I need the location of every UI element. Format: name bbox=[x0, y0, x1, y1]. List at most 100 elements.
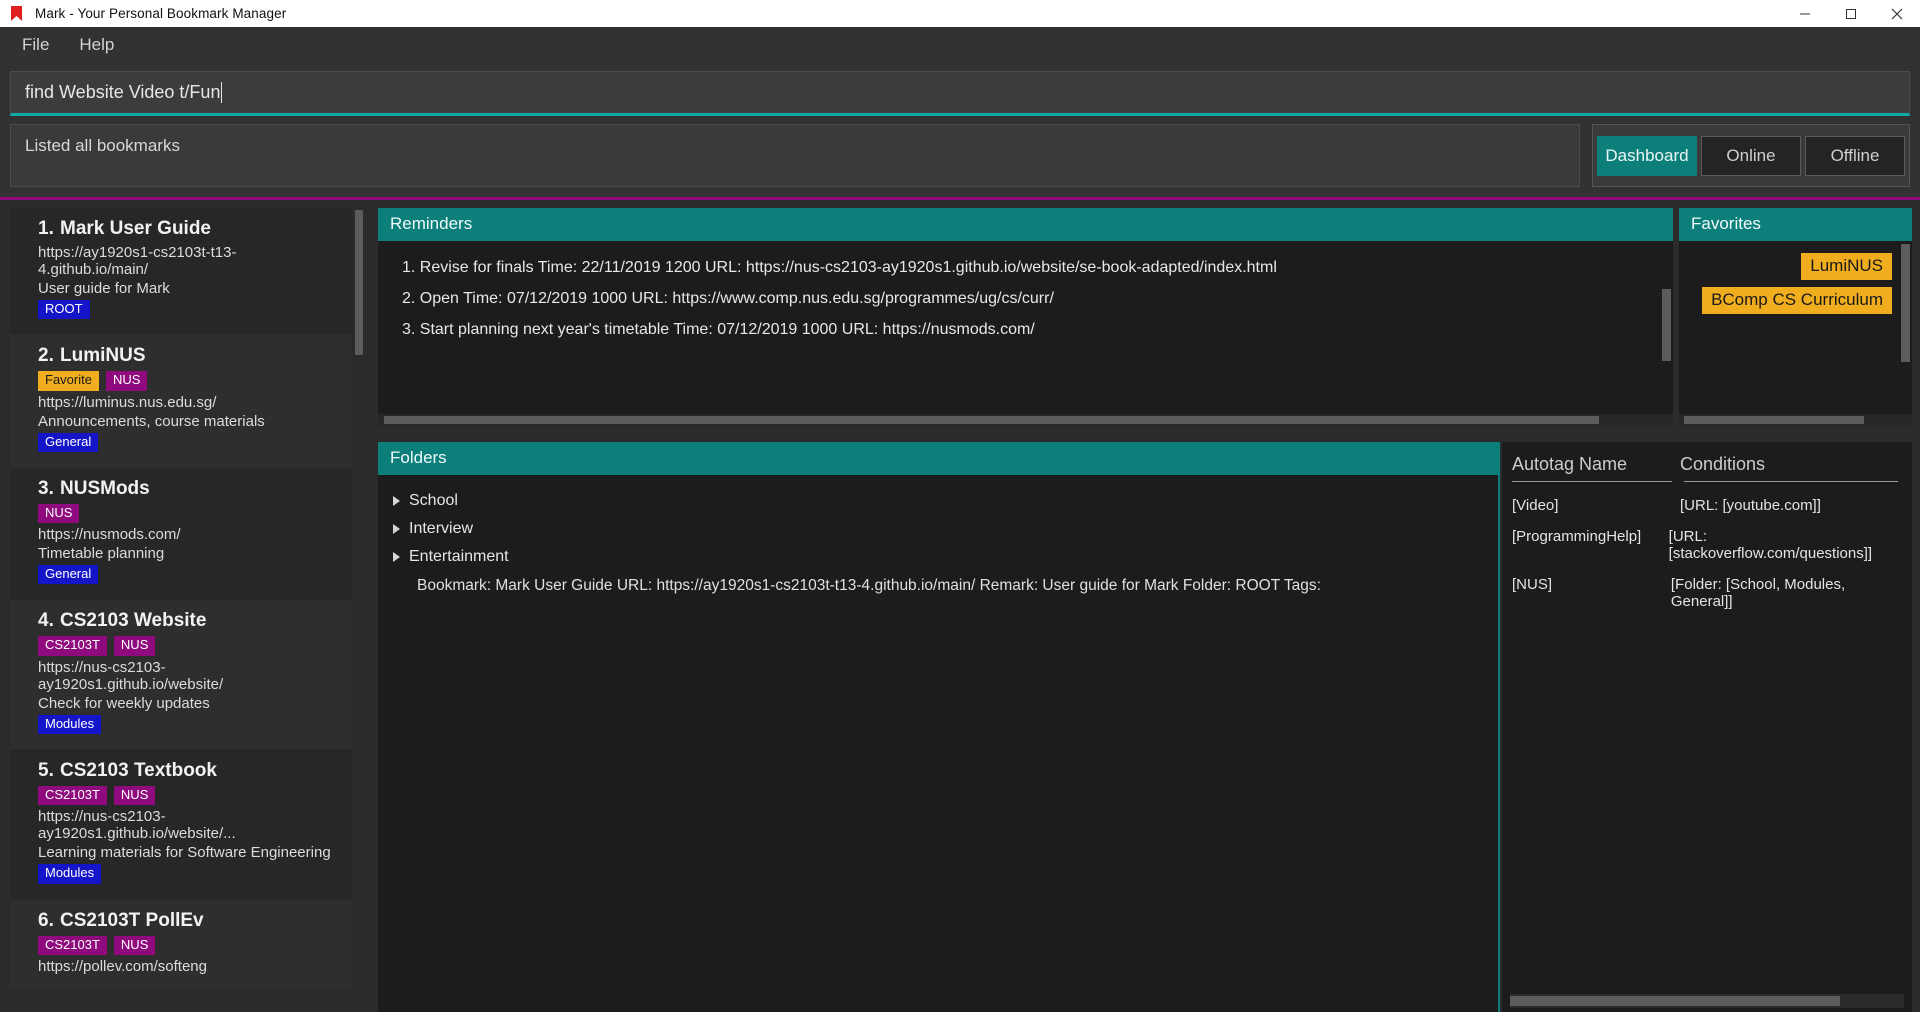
folder-tree-item-entertainment[interactable]: Entertainment bbox=[390, 543, 1498, 571]
favorites-header: Favorites bbox=[1679, 208, 1912, 241]
reminders-list[interactable]: 1. Revise for finals Time: 22/11/2019 12… bbox=[378, 241, 1659, 414]
reminders-vertical-scrollbar[interactable] bbox=[1659, 240, 1673, 414]
bookmark-name: NUSMods bbox=[60, 477, 150, 499]
bookmark-title: 2. LumiNUS bbox=[38, 345, 336, 367]
result-display: Listed all bookmarks bbox=[10, 124, 1580, 187]
bookmark-tag: NUS bbox=[113, 636, 156, 656]
bookmark-tags: CS2103T NUS bbox=[38, 935, 336, 955]
folders-tree[interactable]: School Interview Entertainment Bookmark:… bbox=[378, 474, 1498, 1012]
menu-item-help[interactable]: Help bbox=[67, 30, 126, 60]
bookmark-name: LumiNUS bbox=[60, 345, 146, 367]
bookmark-card[interactable]: 4. CS2103 Website CS2103T NUS https://nus… bbox=[10, 600, 352, 751]
folder-tag: ROOT bbox=[38, 300, 90, 320]
bookmark-tag: CS2103T bbox=[38, 786, 107, 806]
autotag-condition: [Folder: [School, Modules, General]] bbox=[1670, 576, 1846, 610]
folder-tag: Modules bbox=[38, 864, 102, 884]
favorites-list[interactable]: LumiNUS BComp CS Curriculum bbox=[1679, 241, 1898, 414]
autotag-condition: [URL: [youtube.com]] bbox=[1680, 497, 1821, 514]
scrollbar-thumb[interactable] bbox=[1510, 996, 1840, 1006]
bookmark-tag: NUS bbox=[105, 371, 148, 391]
favorites-vertical-scrollbar[interactable] bbox=[1898, 240, 1912, 414]
folder-tag: General bbox=[38, 565, 99, 585]
window-controls bbox=[1782, 0, 1920, 27]
autotag-panel: Autotag Name Conditions [Video] [URL: [y… bbox=[1502, 442, 1912, 1012]
column-header-conditions: Conditions bbox=[1680, 454, 1766, 474]
autotag-condition: [URL: [stackoverflow.com/questions]] bbox=[1668, 528, 1873, 562]
command-box-container: find Website Video t/Fun bbox=[0, 63, 1920, 116]
view-toggle-group: Dashboard Online Offline bbox=[1592, 124, 1910, 187]
bookmark-card[interactable]: 1. Mark User Guide https://ay1920s1-cs210… bbox=[10, 208, 352, 336]
reminders-horizontal-scrollbar[interactable] bbox=[378, 414, 1673, 426]
bookmark-folder-row: General bbox=[38, 432, 336, 452]
text-caret bbox=[221, 82, 223, 103]
folder-tree-item-interview[interactable]: Interview bbox=[390, 515, 1498, 543]
favorites-body: LumiNUS BComp CS Curriculum bbox=[1679, 240, 1912, 414]
bookmark-url: https://ay1920s1-cs2103t-t13-4.github.io… bbox=[38, 244, 237, 278]
bookmark-list[interactable]: 1. Mark User Guide https://ay1920s1-cs210… bbox=[10, 208, 352, 1012]
main-content: 1. Mark User Guide https://ay1920s1-cs210… bbox=[0, 200, 1920, 1012]
command-input[interactable]: find Website Video t/Fun bbox=[10, 71, 1910, 116]
reminders-header: Reminders bbox=[378, 208, 1673, 241]
minimize-button[interactable] bbox=[1782, 0, 1828, 27]
bookmark-tag: NUS bbox=[38, 503, 80, 524]
bookmark-folder-row: General bbox=[38, 565, 336, 585]
reminders-favorites-row: Reminders 1. Revise for finals Time: 22/… bbox=[378, 208, 1912, 426]
tab-dashboard[interactable]: Dashboard bbox=[1597, 135, 1697, 176]
result-display-text: Listed all bookmarks bbox=[25, 136, 180, 155]
folder-tree-detail[interactable]: Bookmark: Mark User Guide URL: https://a… bbox=[390, 571, 1498, 595]
bookmark-folder-row: ROOT bbox=[38, 300, 336, 320]
bookmark-index: 6. bbox=[38, 909, 54, 931]
window-title: Mark - Your Personal Bookmark Manager bbox=[35, 6, 287, 21]
bookmark-title: 5. CS2103 Textbook bbox=[38, 760, 336, 782]
bookmark-name: CS2103 Textbook bbox=[60, 760, 217, 782]
table-row[interactable]: [Video] [URL: [youtube.com]] bbox=[1512, 490, 1898, 521]
table-row[interactable]: [ProgrammingHelp] [URL: [stackoverflow.c… bbox=[1512, 521, 1898, 569]
folder-label: Entertainment bbox=[409, 547, 509, 565]
bookmark-list-scrollbar[interactable] bbox=[352, 208, 366, 1012]
bookmark-remark: Timetable planning bbox=[38, 545, 165, 563]
bookmark-name: CS2103 Website bbox=[60, 610, 207, 632]
autotag-name: [NUS] bbox=[1512, 576, 1553, 593]
autotag-name: [Video] bbox=[1512, 497, 1559, 514]
bookmark-title: 1. Mark User Guide bbox=[38, 218, 336, 240]
autotag-horizontal-scrollbar[interactable] bbox=[1510, 994, 1904, 1008]
scrollbar-thumb[interactable] bbox=[1684, 416, 1864, 424]
bookmark-index: 2. bbox=[38, 345, 54, 367]
chevron-right-icon[interactable] bbox=[393, 523, 400, 534]
folder-label: School bbox=[409, 491, 458, 509]
scrollbar-thumb[interactable] bbox=[384, 416, 1599, 424]
maximize-button[interactable] bbox=[1828, 0, 1874, 27]
scrollbar-thumb[interactable] bbox=[1901, 243, 1910, 362]
favorite-item[interactable]: LumiNUS bbox=[1801, 252, 1892, 280]
reminder-item[interactable]: 1. Revise for finals Time: 22/11/2019 12… bbox=[402, 259, 1659, 277]
chevron-right-icon[interactable] bbox=[393, 551, 400, 562]
bookmark-remark: Announcements, course materials bbox=[38, 412, 265, 430]
autotag-name: [ProgrammingHelp] bbox=[1512, 528, 1642, 545]
bookmark-index: 3. bbox=[38, 477, 54, 499]
scrollbar-thumb[interactable] bbox=[355, 210, 363, 355]
menu-item-file[interactable]: File bbox=[10, 30, 61, 60]
bookmark-icon bbox=[9, 5, 26, 22]
favorites-horizontal-scrollbar[interactable] bbox=[1679, 414, 1912, 426]
bookmark-url: https://nus-cs2103-ay1920s1.github.io/we… bbox=[38, 658, 224, 693]
bookmark-title: 4. CS2103 Website bbox=[38, 610, 336, 632]
tab-online[interactable]: Online bbox=[1701, 135, 1801, 176]
scrollbar-thumb[interactable] bbox=[1662, 288, 1671, 361]
bookmark-folder-row: Modules bbox=[38, 714, 336, 735]
tab-offline[interactable]: Offline bbox=[1805, 135, 1905, 176]
folder-tree-item-school[interactable]: School bbox=[390, 487, 1498, 515]
table-row[interactable]: [NUS] [Folder: [School, Modules, General… bbox=[1512, 569, 1898, 617]
bookmark-card[interactable]: 6. CS2103T PollEv CS2103T NUS https://pol… bbox=[10, 899, 352, 990]
bookmark-index: 4. bbox=[38, 610, 54, 632]
favorite-item[interactable]: BComp CS Curriculum bbox=[1702, 286, 1892, 314]
bookmark-card[interactable]: 2. LumiNUS Favorite NUS https://luminus.n… bbox=[10, 335, 352, 468]
column-header-autotag-name: Autotag Name bbox=[1512, 454, 1628, 474]
reminder-item[interactable]: 3. Start planning next year's timetable … bbox=[402, 321, 1659, 339]
bookmark-card[interactable]: 3. NUSMods NUS https://nusmods.com/ Timet… bbox=[10, 467, 352, 601]
reminder-item[interactable]: 2. Open Time: 07/12/2019 1000 URL: https… bbox=[402, 290, 1659, 308]
chevron-right-icon[interactable] bbox=[393, 495, 400, 506]
close-button[interactable] bbox=[1874, 0, 1920, 27]
bookmark-name: Mark User Guide bbox=[60, 218, 211, 239]
bookmark-title: 3. NUSMods bbox=[38, 478, 336, 500]
bookmark-card[interactable]: 5. CS2103 Textbook CS2103T NUS https://nu… bbox=[10, 750, 352, 900]
